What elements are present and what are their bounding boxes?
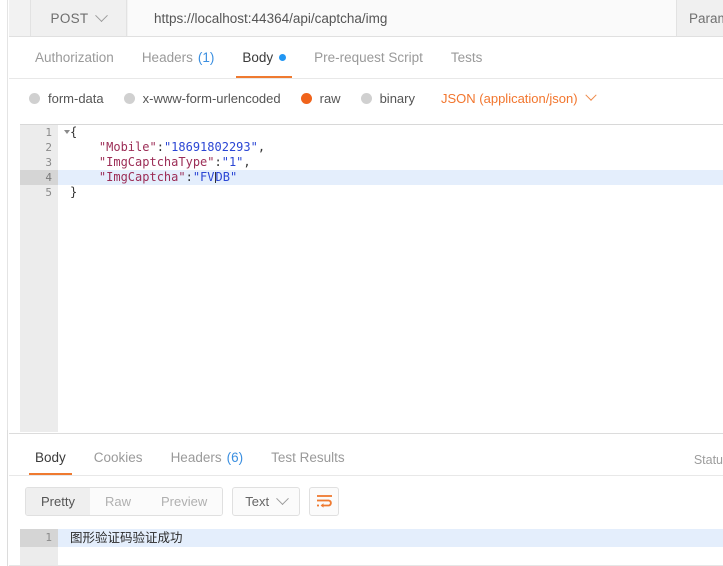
http-method-label: POST — [50, 10, 89, 26]
code-token-key: "ImgCaptchaType" — [70, 155, 215, 169]
tab-body-label: Body — [242, 50, 274, 65]
code-token-punct: : — [214, 155, 222, 169]
code-token-key: "ImgCaptcha" — [70, 170, 186, 184]
radio-raw[interactable]: raw — [300, 90, 341, 106]
params-button[interactable]: Param — [676, 0, 723, 36]
line-number-text: 1 — [45, 126, 52, 139]
radio-binary[interactable]: binary — [360, 90, 415, 106]
tab-test-results-label: Test Results — [271, 450, 345, 465]
request-body-editor[interactable]: 1 2 3 4 5 { "Mobile":"18691802293", "Img… — [20, 124, 723, 432]
line-number[interactable]: 3 — [20, 155, 58, 170]
word-wrap-button[interactable] — [309, 486, 340, 516]
response-editor-code[interactable]: 图形验证码验证成功 — [58, 529, 723, 566]
tab-response-headers-count: (6) — [226, 450, 244, 465]
code-token: { — [70, 125, 78, 139]
tab-test-results[interactable]: Test Results — [257, 440, 359, 475]
code-token-value: "1" — [221, 155, 244, 169]
postman-window: POST https://localhost:44364/api/captcha… — [0, 0, 723, 566]
tab-authorization[interactable]: Authorization — [21, 37, 128, 78]
request-tab-bar: Authorization Headers (1) Body Pre-reque… — [9, 37, 723, 79]
view-mode-group: Pretty Raw Preview — [25, 486, 224, 516]
code-line[interactable]: { — [58, 125, 723, 140]
chevron-down-icon — [276, 491, 289, 505]
line-number[interactable]: 1 — [20, 125, 70, 140]
code-line[interactable]: } — [58, 185, 723, 200]
radio-binary-icon — [360, 92, 372, 104]
tab-tests[interactable]: Tests — [437, 37, 497, 78]
response-body-editor[interactable]: 1 图形验证码验证成功 — [20, 529, 723, 566]
tab-body[interactable]: Body — [228, 37, 300, 78]
content-type-selector[interactable]: JSON (application/json) — [441, 89, 597, 106]
tab-tests-label: Tests — [450, 50, 483, 65]
response-format-label: Text — [245, 493, 270, 509]
line-number[interactable]: 2 — [20, 140, 58, 155]
code-line[interactable]: "Mobile":"18691802293", — [58, 140, 723, 155]
line-number-active[interactable]: 1 — [20, 529, 58, 547]
line-number[interactable]: 5 — [20, 185, 58, 200]
response-format-selector[interactable]: Text — [232, 486, 301, 516]
code-token: } — [70, 185, 78, 199]
radio-form-data-icon — [29, 92, 40, 104]
status-badge: Statu — [693, 453, 723, 467]
content-type-label: JSON (application/json) — [441, 90, 578, 106]
request-editor-gutter: 1 2 3 4 5 — [20, 125, 70, 432]
view-mode-preview[interactable]: Preview — [145, 487, 223, 515]
tab-response-cookies[interactable]: Cookies — [80, 440, 157, 475]
view-mode-raw-label: Raw — [104, 493, 131, 509]
response-tab-bar: Body Cookies Headers (6) Test Results St… — [9, 440, 723, 476]
radio-raw-label: raw — [319, 90, 341, 106]
params-label: Param — [689, 10, 723, 26]
request-url-bar: POST https://localhost:44364/api/captcha… — [9, 0, 723, 37]
tab-response-cookies-label: Cookies — [93, 450, 143, 465]
tab-pre-request-script[interactable]: Pre-request Script — [300, 37, 437, 78]
radio-raw-icon — [300, 92, 312, 104]
code-token-value: DB" — [215, 170, 238, 184]
radio-form-data[interactable]: form-data — [29, 91, 104, 106]
view-mode-pretty-label: Pretty — [41, 493, 75, 509]
chevron-down-icon — [95, 8, 109, 22]
response-toolbar: Pretty Raw Preview Text — [9, 482, 723, 520]
response-body-text: 图形验证码验证成功 — [58, 529, 723, 547]
code-token-value: "18691802293" — [163, 140, 258, 154]
tab-response-body[interactable]: Body — [21, 440, 80, 475]
tab-headers-count: (1) — [197, 50, 215, 65]
tab-response-headers[interactable]: Headers (6) — [157, 440, 258, 475]
code-token-value: "FV — [192, 170, 215, 184]
request-editor-code[interactable]: { "Mobile":"18691802293", "ImgCaptchaTyp… — [58, 125, 723, 432]
response-editor-gutter: 1 — [20, 529, 58, 566]
tab-response-headers-label: Headers — [170, 450, 222, 465]
code-token-punct: : — [156, 140, 164, 154]
line-number-active[interactable]: 4 — [20, 170, 58, 185]
radio-x-www-form-urlencoded-icon — [123, 92, 135, 104]
word-wrap-icon — [316, 495, 332, 508]
tab-headers[interactable]: Headers (1) — [128, 37, 229, 78]
code-line[interactable]: "ImgCaptchaType":"1", — [58, 155, 723, 170]
view-mode-pretty[interactable]: Pretty — [26, 487, 90, 515]
chevron-down-icon — [584, 89, 597, 101]
view-mode-preview-label: Preview — [160, 493, 208, 509]
url-input[interactable]: https://localhost:44364/api/captcha/img — [128, 0, 676, 36]
body-type-row: form-data x-www-form-urlencoded raw bina… — [9, 79, 723, 117]
code-token-punct: : — [185, 170, 193, 184]
code-token-key: "Mobile" — [70, 140, 157, 154]
code-token-punct: , — [257, 140, 266, 154]
radio-x-www-form-urlencoded[interactable]: x-www-form-urlencoded — [123, 90, 281, 106]
url-value: https://localhost:44364/api/captcha/img — [154, 10, 388, 26]
tab-pre-request-script-label: Pre-request Script — [314, 50, 423, 65]
tab-response-body-label: Body — [35, 450, 66, 465]
body-modified-dot-icon — [279, 54, 287, 61]
radio-binary-label: binary — [379, 90, 415, 106]
http-method-selector[interactable]: POST — [30, 0, 127, 36]
sidebar-edge-lower — [0, 430, 8, 566]
view-mode-raw[interactable]: Raw — [89, 487, 146, 515]
tab-authorization-label: Authorization — [35, 50, 114, 65]
response-pane: Body Cookies Headers (6) Test Results St… — [9, 433, 723, 566]
radio-form-data-label: form-data — [48, 90, 104, 106]
code-token-punct: , — [243, 155, 251, 169]
radio-x-www-form-urlencoded-label: x-www-form-urlencoded — [142, 90, 281, 106]
code-line-active[interactable]: "ImgCaptcha":"FVDB" — [58, 170, 723, 185]
tab-headers-label: Headers — [141, 50, 193, 65]
